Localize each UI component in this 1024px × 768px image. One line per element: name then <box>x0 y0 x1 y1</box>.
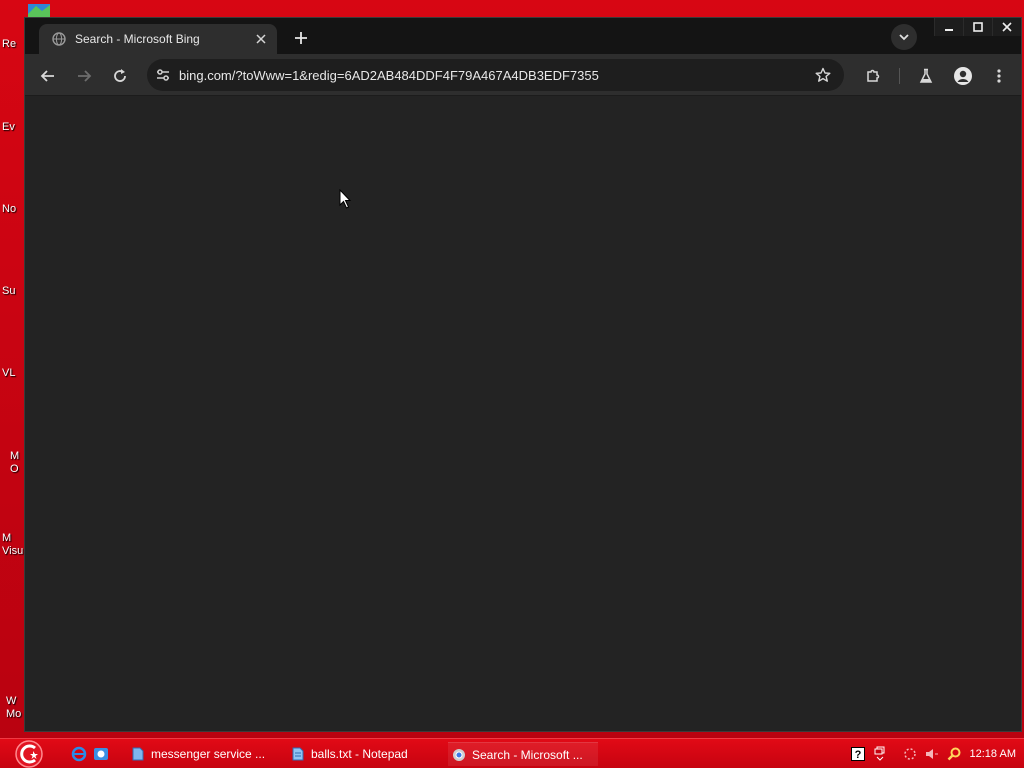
system-tray: ? 12:18 AM <box>850 739 1024 768</box>
chrome-icon <box>453 748 465 761</box>
maximize-icon[interactable] <box>963 18 992 36</box>
tab-search-bing[interactable]: Search - Microsoft Bing <box>39 24 277 54</box>
search-icon[interactable] <box>946 746 962 762</box>
tab-search-chevron-icon[interactable] <box>891 24 917 50</box>
taskbar-item-messenger[interactable]: messenger service ... <box>127 742 267 766</box>
page-content[interactable] <box>25 97 1021 731</box>
taskbar-item-notepad[interactable]: balls.txt - Notepad <box>287 742 437 766</box>
help-icon[interactable]: ? <box>850 746 866 762</box>
address-bar[interactable]: bing.com/?toWww=1&redig=6AD2AB484DDF4F79… <box>147 59 844 91</box>
labs-flask-icon[interactable] <box>913 63 939 89</box>
document-icon <box>132 747 144 761</box>
folder-window-icon[interactable] <box>93 746 109 762</box>
taskbar-item-label: Search - Microsoft ... <box>472 747 583 762</box>
clock[interactable]: 12:18 AM <box>970 748 1016 760</box>
title-bar[interactable]: Search - Microsoft Bing <box>25 18 1021 54</box>
taskbar-item-label: messenger service ... <box>151 747 266 761</box>
start-orb-icon <box>15 740 43 768</box>
taskbar-item-label: balls.txt - Notepad <box>311 747 408 761</box>
extensions-puzzle-icon[interactable] <box>860 63 886 89</box>
reload-icon[interactable] <box>107 63 133 89</box>
desktop-icons: Re Ev No Su VL M O M Visu W Mo <box>0 0 50 740</box>
minimize-icon[interactable] <box>934 18 963 36</box>
notepad-icon <box>292 747 304 761</box>
network-activity-icon[interactable] <box>902 746 918 762</box>
more-menu-icon[interactable] <box>986 63 1012 89</box>
restore-icon[interactable] <box>872 746 888 762</box>
forward-arrow-icon[interactable] <box>71 63 97 89</box>
back-arrow-icon[interactable] <box>35 63 61 89</box>
taskbar: messenger service ... balls.txt - Notepa… <box>0 738 1024 768</box>
close-tab-icon[interactable] <box>251 29 271 49</box>
browser-window: Search - Microsoft Bing bing.com/?toWww=… <box>24 17 1022 732</box>
toolbar-divider <box>899 68 900 84</box>
window-controls <box>934 18 1021 36</box>
taskbar-item-chrome[interactable]: Search - Microsoft ... <box>448 742 598 766</box>
bookmark-star-icon[interactable] <box>812 64 834 86</box>
internet-explorer-icon[interactable] <box>71 746 87 762</box>
desktop-shortcut-icon[interactable] <box>26 2 52 18</box>
globe-icon <box>51 31 67 47</box>
new-tab-icon[interactable] <box>289 26 313 50</box>
svg-text:?: ? <box>854 749 861 761</box>
mouse-cursor-icon <box>339 189 352 209</box>
start-button[interactable] <box>10 739 48 768</box>
url-text[interactable]: bing.com/?toWww=1&redig=6AD2AB484DDF4F79… <box>179 68 812 83</box>
profile-avatar-icon[interactable] <box>950 63 976 89</box>
site-settings-icon[interactable] <box>153 65 173 85</box>
browser-toolbar: bing.com/?toWww=1&redig=6AD2AB484DDF4F79… <box>25 54 1021 96</box>
speaker-icon[interactable] <box>924 746 940 762</box>
close-window-icon[interactable] <box>992 18 1021 36</box>
tab-title: Search - Microsoft Bing <box>75 32 200 46</box>
